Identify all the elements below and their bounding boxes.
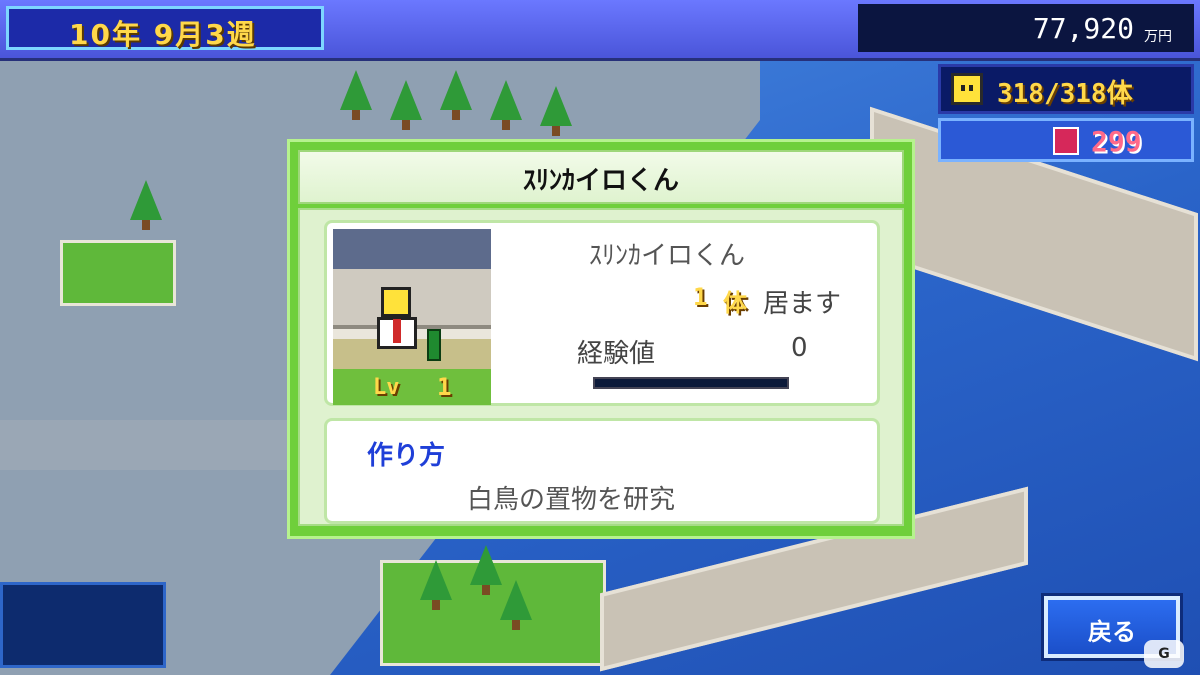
money-unit: 万円 [1144, 29, 1172, 45]
money-value: 77,920 [1032, 12, 1134, 45]
kairo-head-icon [381, 287, 411, 317]
exp-bar [593, 377, 789, 389]
money-display: 77,920 万円 [858, 4, 1194, 52]
dialog-body: Lv 1 ｽﾘﾝｶイロくん 1 体 居ます 経験値 0 作り方 白鳥の置物を研究 [298, 208, 904, 526]
road [0, 420, 300, 470]
population-display: 318/318体 [938, 64, 1194, 114]
research-point-icon [1053, 127, 1079, 155]
level-value: 1 [437, 373, 452, 401]
exp-value: 0 [791, 333, 808, 363]
stamina-bar-icon [427, 329, 441, 361]
tree [390, 80, 422, 130]
park-grass [60, 240, 176, 306]
recipe-label: 作り方 [367, 441, 446, 471]
research-points-display: 299 [938, 118, 1194, 162]
date-display: 10年 9月3週 [6, 6, 324, 51]
level-label: Lv [373, 375, 400, 400]
tree [540, 86, 572, 136]
tree [500, 580, 532, 630]
count-unit: 体 [723, 289, 747, 317]
count-label: 居ます [763, 289, 842, 319]
dialog-title: ｽﾘﾝｶイロくん [522, 166, 679, 196]
population-text: 318/318体 [997, 79, 1133, 109]
top-status-bar: 10年 9月3週 77,920 万円 [0, 0, 1200, 61]
tree [130, 180, 162, 230]
character-portrait: Lv 1 [333, 229, 491, 405]
character-status-panel: Lv 1 ｽﾘﾝｶイロくん 1 体 居ます 経験値 0 [324, 220, 880, 406]
minimap-panel[interactable] [0, 582, 166, 668]
exp-label: 経験値 [577, 339, 656, 369]
tree [420, 560, 452, 610]
portrait-sky [333, 229, 491, 269]
date-text: 10年 9月3週 [69, 18, 257, 51]
count-number: 1 [693, 283, 708, 311]
tree [490, 80, 522, 130]
character-name: ｽﾘﾝｶイロくん [589, 241, 746, 271]
portrait-grass [333, 369, 491, 405]
recipe-text: 白鳥の置物を研究 [467, 485, 676, 515]
kairo-face-icon [951, 73, 983, 105]
tie [393, 319, 401, 343]
watermark-logo: G [1144, 640, 1184, 668]
tree [440, 70, 472, 120]
research-points-text: 299 [1091, 125, 1142, 158]
dialog-title-bar: ｽﾘﾝｶイロくん [298, 150, 904, 204]
character-info-dialog: ｽﾘﾝｶイロくん Lv 1 ｽﾘﾝｶイロくん 1 体 居ます 経験値 0 作り方… [287, 139, 915, 539]
tree [340, 70, 372, 120]
tree [470, 545, 502, 595]
recipe-panel: 作り方 白鳥の置物を研究 [324, 418, 880, 524]
